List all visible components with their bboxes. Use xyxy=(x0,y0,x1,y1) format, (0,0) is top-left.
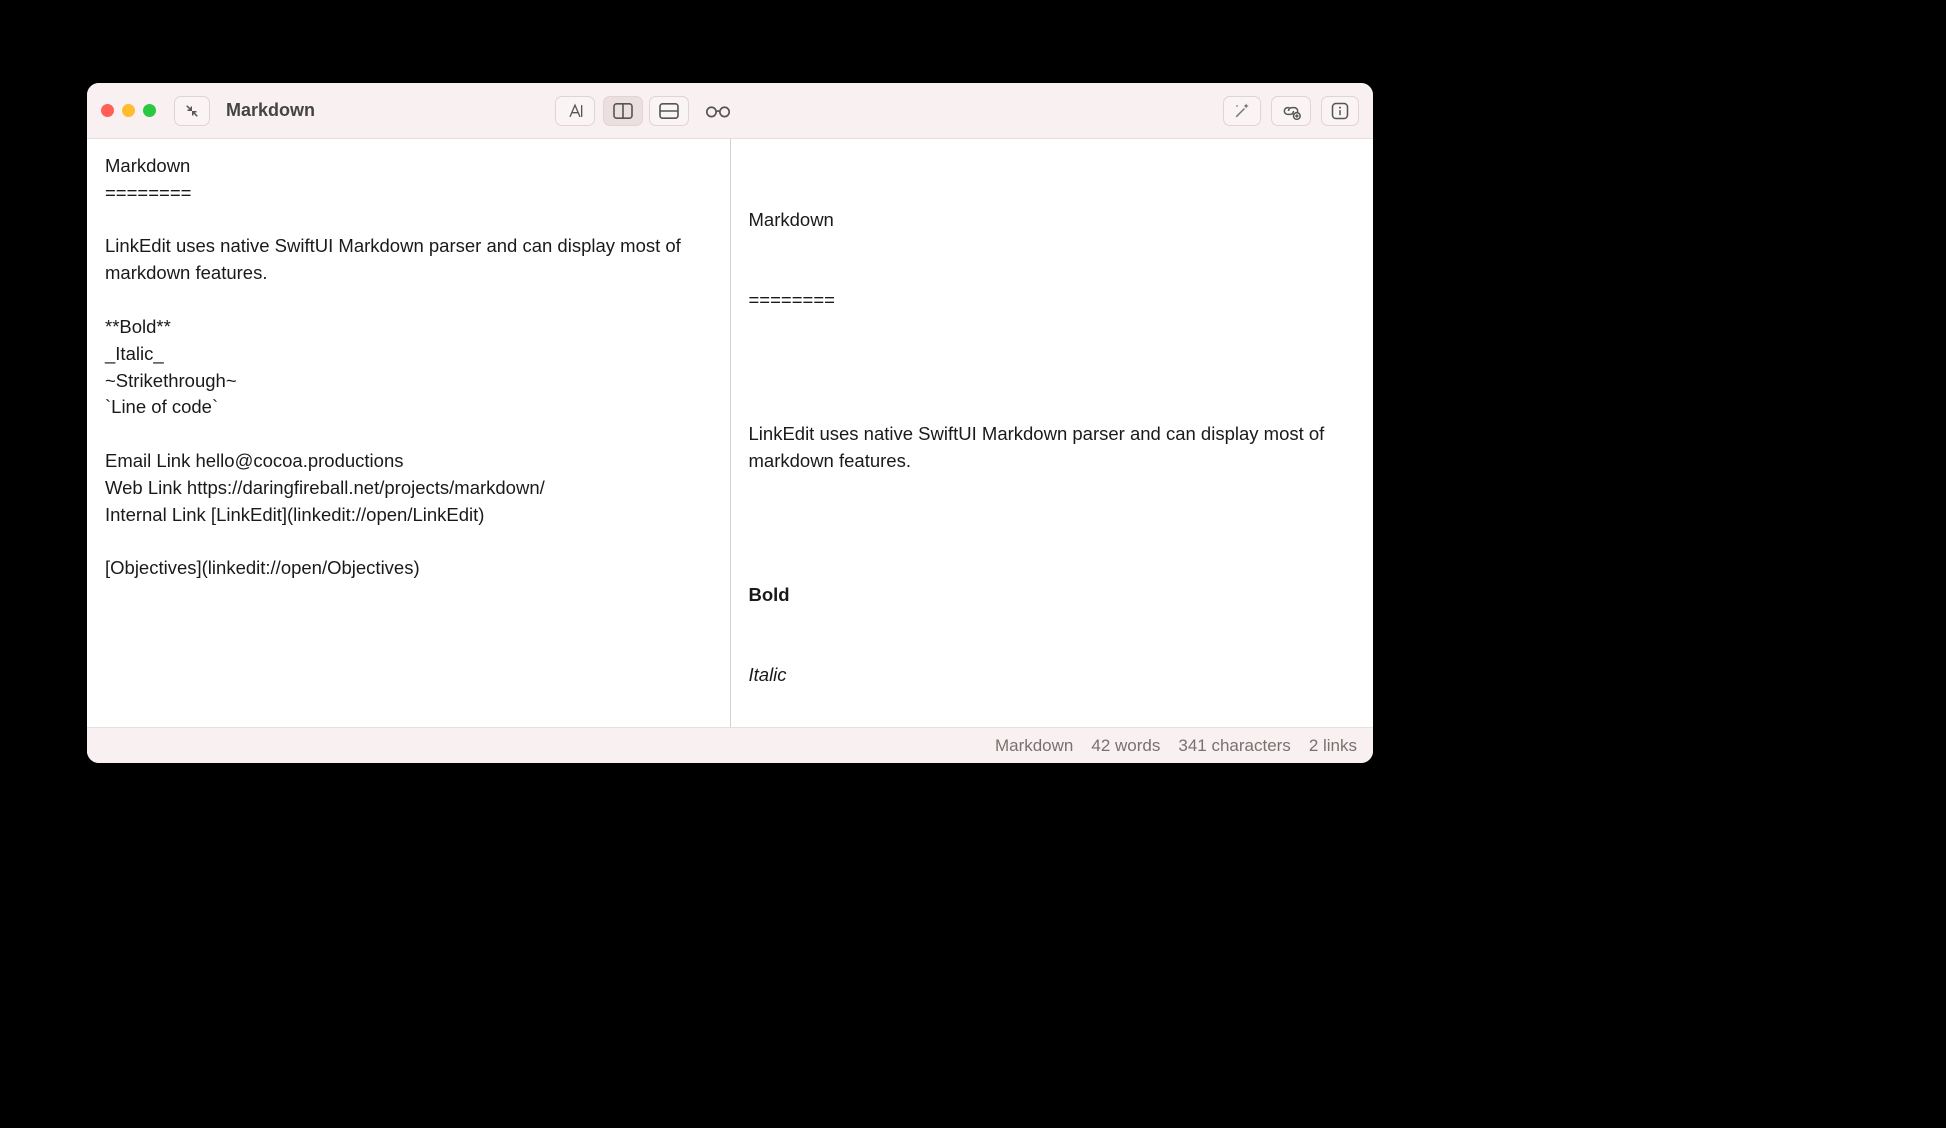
preview-underline: ======== xyxy=(749,287,1356,314)
glasses-icon xyxy=(704,102,732,120)
split-horizontal-icon xyxy=(658,102,680,120)
preview-title: Markdown xyxy=(749,207,1356,234)
text-style-icon xyxy=(564,101,586,121)
traffic-lights xyxy=(101,104,156,117)
split-vertical-icon xyxy=(612,102,634,120)
status-char-count: 341 characters xyxy=(1178,736,1290,756)
split-vertical-button[interactable] xyxy=(603,96,643,126)
preview-italic: Italic xyxy=(749,662,1356,689)
split-horizontal-button[interactable] xyxy=(649,96,689,126)
zoom-window-button[interactable] xyxy=(143,104,156,117)
app-window: Markdown xyxy=(87,83,1373,763)
content-area: Markdown ======== LinkEdit uses native S… xyxy=(87,139,1373,727)
layout-mode-group xyxy=(603,96,741,126)
collapse-sidebar-button[interactable] xyxy=(174,96,210,126)
info-button[interactable] xyxy=(1321,96,1359,126)
link-plus-icon xyxy=(1280,101,1302,121)
minimize-window-button[interactable] xyxy=(122,104,135,117)
text-style-button[interactable] xyxy=(555,96,595,126)
add-link-button[interactable] xyxy=(1271,96,1311,126)
status-link-count: 2 links xyxy=(1309,736,1357,756)
preview-pane[interactable]: Markdown ======== LinkEdit uses native S… xyxy=(731,139,1374,727)
ai-magic-button[interactable] xyxy=(1223,96,1261,126)
titlebar: Markdown xyxy=(87,83,1373,139)
toolbar-center-group xyxy=(555,96,741,126)
preview-bold: Bold xyxy=(749,582,1356,609)
status-word-count: 42 words xyxy=(1091,736,1160,756)
magic-wand-icon xyxy=(1232,101,1252,121)
status-bar: Markdown 42 words 341 characters 2 links xyxy=(87,727,1373,763)
preview-intro: LinkEdit uses native SwiftUI Markdown pa… xyxy=(749,421,1356,475)
reader-mode-button[interactable] xyxy=(695,96,741,126)
window-title: Markdown xyxy=(226,100,315,121)
status-mode: Markdown xyxy=(995,736,1073,756)
info-icon xyxy=(1330,101,1350,121)
editor-pane[interactable]: Markdown ======== LinkEdit uses native S… xyxy=(87,139,731,727)
collapse-icon xyxy=(183,102,201,120)
close-window-button[interactable] xyxy=(101,104,114,117)
